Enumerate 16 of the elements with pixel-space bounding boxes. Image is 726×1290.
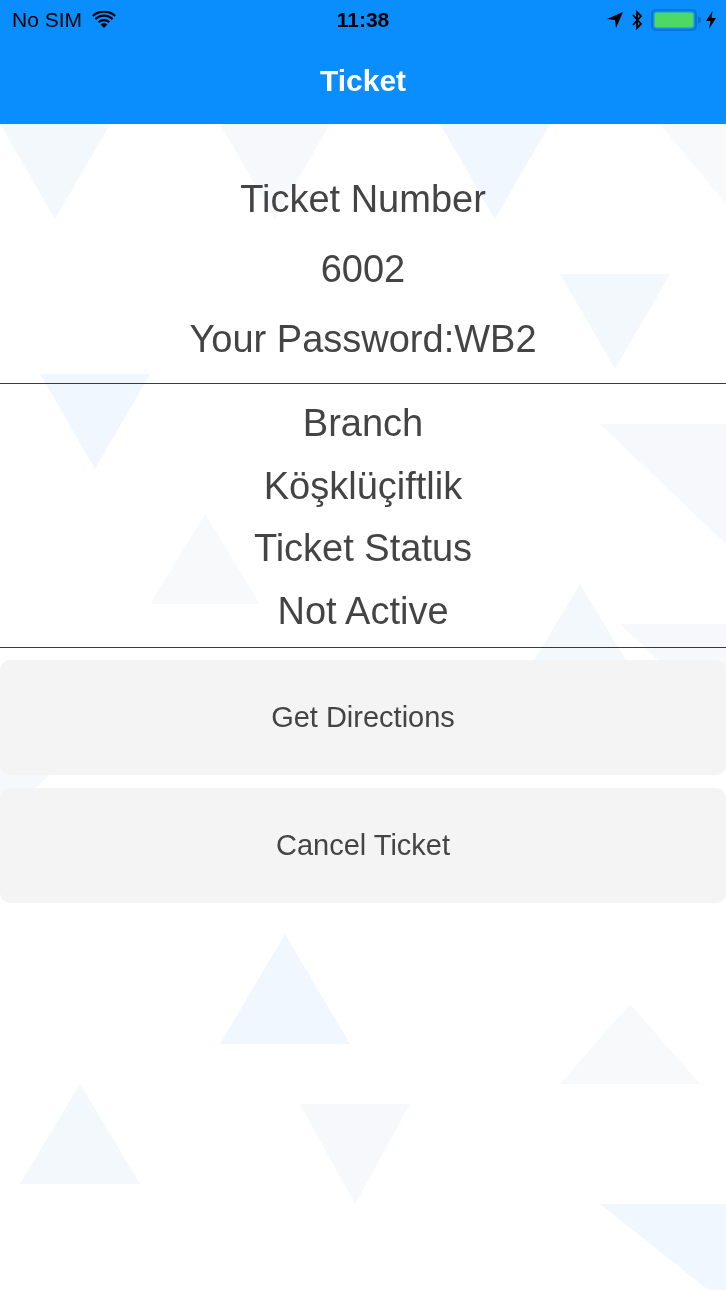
detail-value: Not Active [277, 588, 449, 634]
bluetooth-icon [631, 10, 643, 30]
detail-value: Köşklüçiftlik [263, 463, 463, 509]
ticket-number: 6002 [320, 247, 406, 292]
battery-icon [651, 9, 701, 31]
screen-title: Ticket [319, 64, 407, 98]
status-time: 11:38 [336, 8, 390, 32]
carrier-label: No SIM [12, 8, 82, 32]
ticket-number-label: Ticket Number [240, 177, 486, 222]
location-arrow-icon [607, 12, 623, 28]
wifi-icon [92, 11, 116, 29]
detail-label: Branch [302, 401, 424, 446]
detail-label: Ticket Status [253, 526, 473, 571]
action-button[interactable]: Get Directions [0, 660, 726, 775]
password-text: Your Password:WB2 [189, 317, 537, 362]
action-button[interactable]: Cancel Ticket [0, 788, 726, 903]
